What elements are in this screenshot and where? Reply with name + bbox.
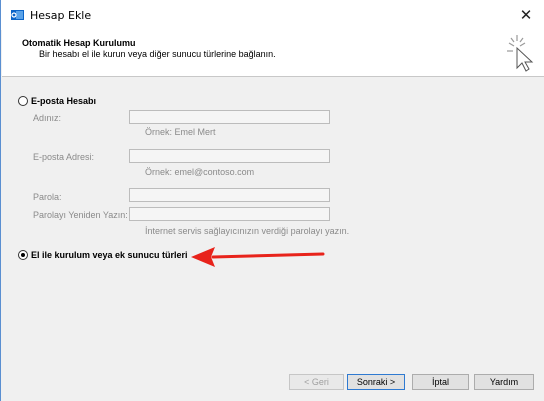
email-label: E-posta Adresi: — [33, 152, 95, 162]
email-hint: Örnek: emel@contoso.com — [145, 167, 255, 177]
password-label: Parola: — [33, 192, 62, 202]
name-label: Adınız: — [33, 113, 62, 123]
help-button[interactable]: Yardım — [474, 374, 534, 390]
window-title: Hesap Ekle — [30, 9, 92, 22]
annotation-arrow-icon — [191, 247, 325, 267]
name-field[interactable] — [129, 110, 330, 124]
add-account-dialog: Hesap Ekle ✕ Otomatik Hesap Kurulumu Bir… — [0, 0, 544, 401]
footer-separator — [2, 365, 544, 366]
back-button[interactable]: < Geri — [289, 374, 344, 390]
wizard-header: Otomatik Hesap Kurulumu Bir hesabı el il… — [2, 30, 544, 77]
password-confirm-label: Parolayı Yeniden Yazın: — [33, 210, 128, 220]
password-field[interactable] — [129, 188, 330, 202]
close-button[interactable]: ✕ — [515, 4, 537, 26]
cancel-button[interactable]: İptal — [412, 374, 469, 390]
title-bar: Hesap Ekle ✕ — [1, 0, 544, 30]
email-account-label[interactable]: E-posta Hesabı — [31, 96, 96, 106]
password-hint: İnternet servis sağlayıcınızın verdiği p… — [145, 226, 350, 236]
next-button[interactable]: Sonraki > — [347, 374, 405, 390]
email-account-radio[interactable] — [18, 96, 28, 106]
outlook-app-icon — [11, 10, 24, 20]
close-icon: ✕ — [519, 7, 533, 24]
header-subtitle: Bir hesabı el ile kurun veya diğer sunuc… — [39, 49, 276, 59]
name-hint: Örnek: Emel Mert — [145, 127, 216, 137]
email-field[interactable] — [129, 149, 330, 163]
click-cursor-icon — [507, 35, 534, 72]
manual-setup-radio[interactable] — [18, 250, 28, 260]
header-title: Otomatik Hesap Kurulumu — [22, 38, 136, 48]
manual-setup-label[interactable]: El ile kurulum veya ek sunucu türleri — [31, 250, 188, 260]
password-confirm-field[interactable] — [129, 207, 330, 221]
